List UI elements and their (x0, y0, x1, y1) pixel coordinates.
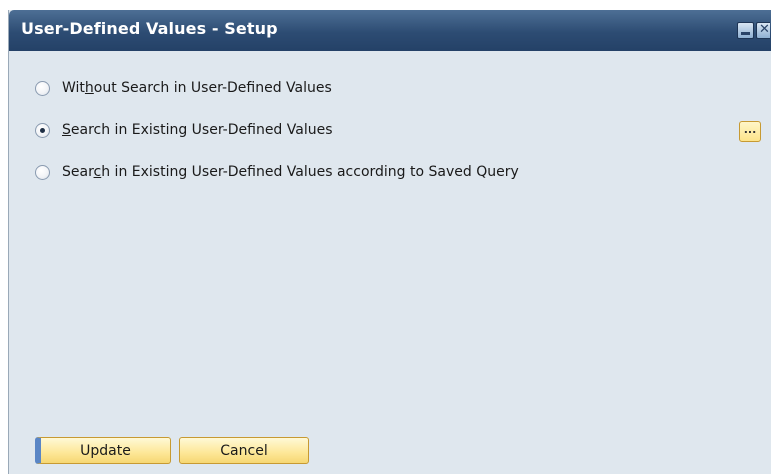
option-search-existing-label: Search in Existing User-Defined Values (62, 122, 333, 138)
title-bar[interactable]: User-Defined Values - Setup ✕ (9, 10, 771, 51)
close-icon: ✕ (759, 22, 770, 37)
minimize-icon (741, 32, 750, 35)
radio-search-saved-query[interactable] (35, 164, 50, 180)
option-search-saved-query-label: Search in Existing User-Defined Values a… (62, 164, 519, 180)
option-without-search-label: Without Search in User-Defined Values (62, 80, 332, 96)
update-button[interactable]: Update (35, 437, 171, 464)
window-title: User-Defined Values - Setup (21, 19, 278, 38)
minimize-button[interactable] (737, 22, 754, 39)
ellipsis-button[interactable]: ... (739, 121, 761, 142)
option-without-search[interactable]: Without Search in User-Defined Values (35, 77, 332, 99)
radio-without-search[interactable] (35, 80, 50, 96)
close-button[interactable]: ✕ (756, 22, 770, 39)
option-search-existing[interactable]: Search in Existing User-Defined Values (35, 119, 333, 141)
option-search-saved-query[interactable]: Search in Existing User-Defined Values a… (35, 161, 519, 183)
setup-dialog: User-Defined Values - Setup ✕ Without Se… (8, 10, 771, 474)
radio-search-existing[interactable] (35, 122, 50, 138)
cancel-button[interactable]: Cancel (179, 437, 309, 464)
